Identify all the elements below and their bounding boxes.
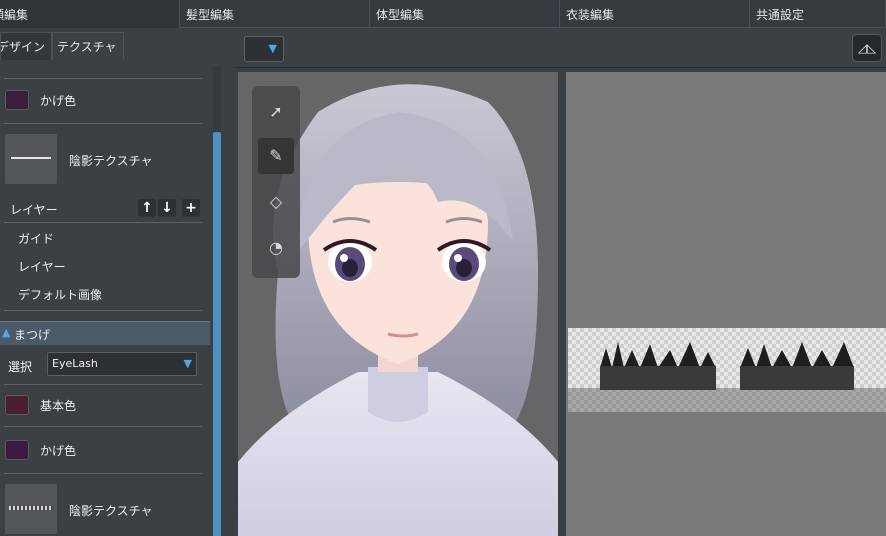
- eyelash-shadow-color-row[interactable]: かげ色: [4, 436, 202, 462]
- eyelash-texture: [600, 342, 854, 390]
- eraser-icon[interactable]: ◇: [258, 184, 294, 220]
- eyelash-section-header[interactable]: ▲ まつげ: [0, 321, 210, 345]
- view-dropdown[interactable]: ▼: [244, 36, 284, 62]
- plus-icon[interactable]: +: [182, 199, 200, 217]
- divider: [4, 123, 202, 124]
- shade-texture-thumbnail[interactable]: [5, 134, 57, 184]
- shadow-color-label: かげ色: [40, 94, 77, 108]
- select-label: 選択: [8, 360, 33, 374]
- eyelash-section-title: まつげ: [14, 328, 51, 342]
- divider: [4, 310, 202, 311]
- collapse-triangle-icon: ▲: [2, 326, 11, 339]
- arrow-down-icon[interactable]: ↓: [158, 199, 176, 217]
- tab-costume-edit[interactable]: 衣装編集: [560, 0, 750, 28]
- eyelash-shade-texture-label: 陰影テクスチャ: [69, 504, 153, 518]
- divider: [4, 384, 202, 385]
- layer-item-default-image[interactable]: デフォルト画像: [18, 286, 102, 303]
- sub-tab-bar: デザイン テクスチャ: [0, 32, 230, 60]
- tab-hair-edit[interactable]: 髪型編集: [180, 0, 370, 28]
- tab-texture[interactable]: テクスチャ: [52, 32, 124, 60]
- top-tab-bar: 顔編集 髪型編集 体型編集 衣装編集 共通設定: [0, 0, 886, 28]
- tab-body-edit[interactable]: 体型編集: [370, 0, 560, 28]
- shade-texture-label: 陰影テクスチャ: [69, 154, 153, 168]
- eyelash-shadow-color-label: かげ色: [40, 444, 77, 458]
- paint-tool-palette: ➚ ✎ ◇ ◔: [252, 86, 300, 278]
- tab-common-settings[interactable]: 共通設定: [750, 0, 886, 28]
- divider: [4, 473, 202, 474]
- character-3d-viewport[interactable]: ➚ ✎ ◇ ◔: [238, 72, 558, 536]
- layer-item-guide[interactable]: ガイド: [18, 230, 54, 247]
- left-panel: デザイン テクスチャ かげ色 陰影テクスチャ レイヤー ↑ ↓ + ガイド レイ…: [0, 28, 230, 536]
- texture-preview-line: [11, 157, 51, 159]
- chevron-down-icon: ▼: [183, 357, 192, 370]
- layer-item-layer[interactable]: レイヤー: [18, 258, 66, 275]
- base-color-row[interactable]: 基本色: [4, 391, 202, 417]
- divider: [4, 78, 202, 79]
- texture-canvas[interactable]: [566, 72, 886, 536]
- pencil-icon[interactable]: ✎: [258, 138, 294, 174]
- arrow-up-icon[interactable]: ↑: [138, 199, 156, 217]
- tab-design[interactable]: デザイン: [0, 32, 52, 60]
- eyelash-select[interactable]: EyeLash ▼: [47, 352, 197, 376]
- layer-header: レイヤー: [10, 203, 58, 217]
- base-color-swatch[interactable]: [5, 395, 29, 415]
- shade-texture-row[interactable]: 陰影テクスチャ: [4, 134, 202, 186]
- shadow-color-swatch[interactable]: [5, 90, 29, 110]
- base-color-label: 基本色: [40, 399, 77, 413]
- texture-preview-lash: [9, 506, 53, 510]
- divider: [4, 222, 202, 223]
- select-arrow-icon[interactable]: ➚: [258, 94, 294, 130]
- divider: [4, 426, 202, 427]
- scrollbar-thumb[interactable]: [213, 132, 221, 536]
- eyelash-shadow-color-swatch[interactable]: [5, 440, 29, 460]
- eyelash-select-value: EyeLash: [52, 357, 98, 370]
- texture-settings-list: かげ色 陰影テクスチャ レイヤー ↑ ↓ + ガイド レイヤー デフォルト画像 …: [0, 66, 210, 536]
- eyelash-shade-texture-row[interactable]: 陰影テクスチャ: [4, 484, 202, 536]
- shadow-color-row[interactable]: かげ色: [4, 86, 202, 112]
- tab-face-edit[interactable]: 顔編集: [0, 0, 180, 28]
- eyelash-shade-texture-thumbnail[interactable]: [5, 484, 57, 534]
- chevron-down-icon: ▼: [268, 42, 277, 55]
- dropper-icon[interactable]: ◔: [258, 230, 294, 266]
- mirror-icon[interactable]: ◿◺: [852, 34, 882, 62]
- workspace-toolbar: ▼ ◿◺: [234, 28, 886, 68]
